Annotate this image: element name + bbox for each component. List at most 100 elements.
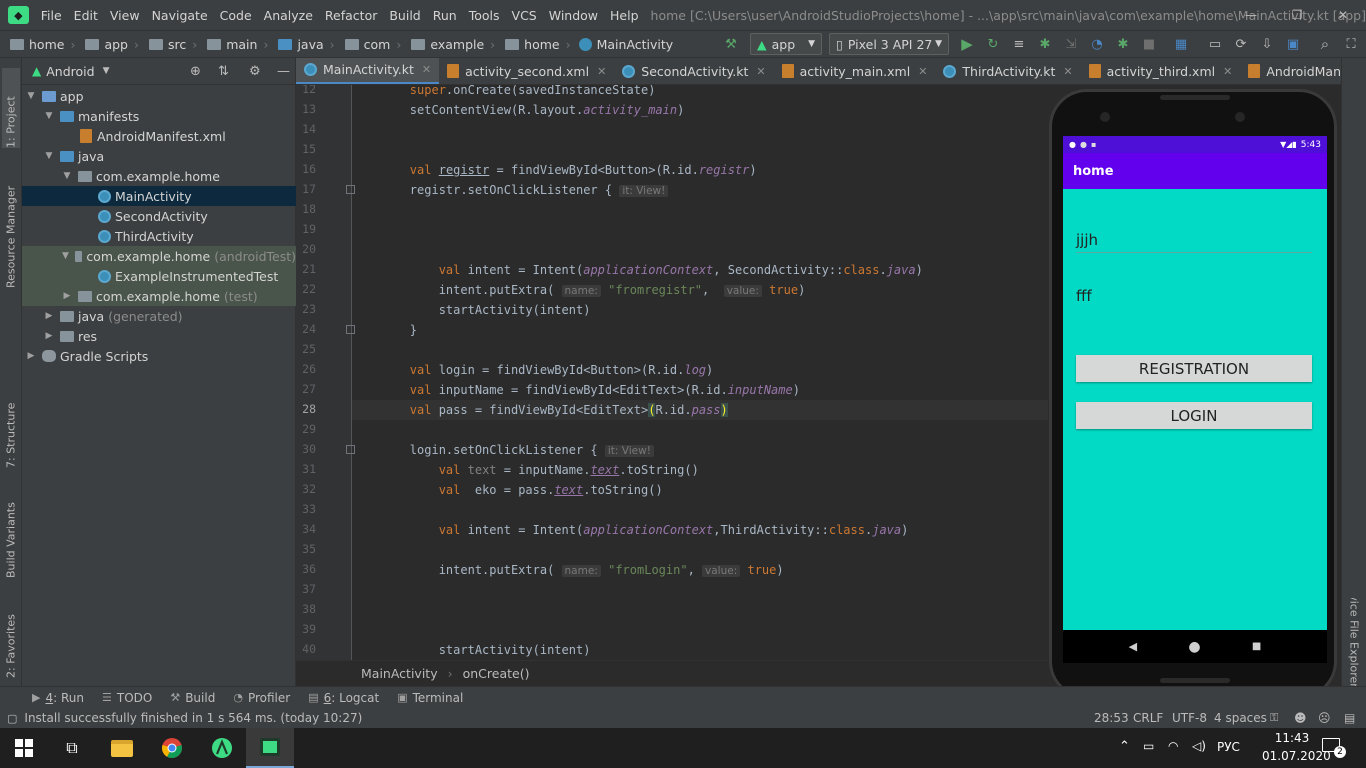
password-field[interactable]: fff [1076, 287, 1312, 309]
menu-run[interactable]: Run [427, 8, 463, 23]
tree-item-package-androidtest[interactable]: ▼ com.example.home (androidTest) [22, 246, 296, 266]
windows-start-icon[interactable] [0, 728, 48, 768]
line-separator[interactable]: CRLF [1133, 711, 1163, 725]
code-line-23[interactable]: startActivity(intent) [352, 300, 1048, 320]
code-line-27[interactable]: val inputName = findViewById<EditText>(R… [352, 380, 1048, 400]
apply-code-changes-icon[interactable]: ≡ [1010, 34, 1028, 54]
code-editor[interactable]: 12 13 14 15 16 17 18 19 20 21 22 23 24 25 26 27 28 29 30 31… [296, 85, 1048, 660]
search-icon[interactable]: ⌕ [1316, 34, 1334, 54]
back-icon[interactable]: ◀ [1129, 640, 1137, 653]
tab-device-file-explorer[interactable]: Device File Explorer [1342, 598, 1366, 688]
status-message[interactable]: Install successfully finished in 1 s 564… [24, 711, 362, 725]
tree-item-app[interactable]: ▼ app [22, 86, 296, 106]
recents-icon[interactable]: ■ [1252, 641, 1261, 652]
clock-time[interactable]: 11:43 [1262, 731, 1322, 745]
tab-activity-third-xml[interactable]: activity_third.xml ✕ [1081, 58, 1241, 84]
toggle-tool-windows-icon[interactable]: ▢ [7, 712, 17, 725]
tree-item-exampleinstrumentedtest[interactable]: ExampleInstrumentedTest [22, 266, 296, 286]
caret-position[interactable]: 28:53 [1094, 711, 1129, 725]
project-structure-icon[interactable]: ▦ [1172, 34, 1190, 54]
code-line-36[interactable]: intent.putExtra( name: "fromLogin", valu… [352, 560, 1048, 580]
breadcrumb-app[interactable]: app › [75, 37, 139, 52]
login-button[interactable]: LOGIN [1076, 402, 1312, 429]
menu-build[interactable]: Build [383, 8, 426, 23]
menu-code[interactable]: Code [214, 8, 258, 23]
menu-view[interactable]: View [104, 8, 146, 23]
tab-build[interactable]: ⚒ Build [170, 691, 215, 705]
tab-secondactivity-kt[interactable]: SecondActivity.kt ✕ [614, 58, 773, 84]
breadcrumb-mainactivity[interactable]: MainActivity [571, 37, 673, 52]
menu-edit[interactable]: Edit [68, 8, 104, 23]
tree-item-gradle-scripts[interactable]: ▶ Gradle Scripts [22, 346, 296, 366]
menu-window[interactable]: Window [543, 8, 604, 23]
fold-marker-icon[interactable] [346, 325, 355, 334]
menu-help[interactable]: Help [604, 8, 645, 23]
input-name-field[interactable]: jjjh [1076, 231, 1312, 253]
tab-favorites[interactable]: 2: Favorites [2, 598, 20, 678]
code-line-17[interactable]: registr.setOnClickListener { it: View! [352, 180, 1048, 200]
close-icon[interactable]: ✕ [756, 65, 765, 78]
close-icon[interactable]: ✕ [1223, 65, 1232, 78]
menu-analyze[interactable]: Analyze [258, 8, 319, 23]
tree-item-java[interactable]: ▼ java [22, 146, 296, 166]
close-icon[interactable]: ✕ [597, 65, 606, 78]
fullscreen-icon[interactable]: ⛶ [1342, 34, 1360, 54]
chrome-icon[interactable] [148, 728, 196, 768]
gear-icon[interactable]: ⚙ [249, 64, 261, 79]
code-line-16[interactable]: val registr = findViewById<Button>(R.id.… [352, 160, 1048, 180]
tree-item-secondactivity[interactable]: SecondActivity [22, 206, 296, 226]
task-view-icon[interactable]: ⧉ [48, 728, 96, 768]
code-line-13[interactable]: setContentView(R.layout.activity_main) [352, 100, 1048, 120]
tree-item-java-generated[interactable]: ▶ java (generated) [22, 306, 296, 326]
tab-resource-manager[interactable]: Resource Manager [2, 158, 20, 288]
tab-mainactivity-kt[interactable]: MainActivity.kt ✕ [296, 58, 440, 84]
file-explorer-icon[interactable] [98, 728, 146, 768]
menu-file[interactable]: File [35, 8, 68, 23]
tab-logcat[interactable]: ▤ 6: Logcat [308, 691, 379, 705]
code-line-30[interactable]: login.setOnClickListener { it: View! [352, 440, 1048, 460]
hide-panel-icon[interactable]: — [277, 64, 290, 79]
tab-terminal[interactable]: ▣ Terminal [397, 691, 463, 705]
chevron-right-icon[interactable]: ▶ [26, 351, 36, 361]
event-log-icon[interactable]: ▤ [1344, 711, 1355, 725]
tab-activity-main-xml[interactable]: activity_main.xml ✕ [774, 58, 936, 84]
chevron-right-icon[interactable]: ▶ [62, 291, 72, 301]
code-line-12[interactable]: super.onCreate(savedInstanceState) [352, 85, 1048, 100]
sdk-manager-icon[interactable]: ⇩ [1258, 34, 1276, 54]
sync-gradle-icon[interactable]: ⟳ [1232, 34, 1250, 54]
avd-manager-icon[interactable]: ▭ [1206, 34, 1224, 54]
tab-project[interactable]: 1: Project [2, 68, 20, 148]
attach-debugger-icon[interactable]: ⇲ [1062, 34, 1080, 54]
tab-build-variants[interactable]: Build Variants [2, 488, 20, 578]
code-line-26[interactable]: val login = findViewById<Button>(R.id.lo… [352, 360, 1048, 380]
ide-settings-icon[interactable]: ▣ [1284, 34, 1302, 54]
menu-tools[interactable]: Tools [463, 8, 506, 23]
attach-process-icon[interactable]: ✱ [1114, 34, 1132, 54]
android-studio-taskbar-icon[interactable] [198, 728, 246, 768]
tab-structure[interactable]: 7: Structure [2, 388, 20, 468]
collapse-all-icon[interactable]: ⇅ [218, 64, 229, 79]
tab-androidmanifest-xml[interactable]: AndroidManifest.xml✕ [1240, 58, 1341, 84]
close-icon[interactable]: ✕ [1063, 65, 1072, 78]
chevron-down-icon[interactable]: ▼ [103, 66, 110, 76]
fold-marker-icon[interactable] [346, 445, 355, 454]
code-line-28-current[interactable]: val pass = findViewById<EditText>(R.id.p… [352, 400, 1048, 420]
breadcrumb-com[interactable]: com › [335, 37, 401, 52]
breadcrumb-java[interactable]: java › [268, 37, 335, 52]
locate-target-icon[interactable]: ⊕ [190, 64, 201, 79]
home-icon[interactable]: ● [1188, 639, 1200, 655]
clock-date[interactable]: 01.07.2020 [1262, 749, 1331, 763]
wifi-icon[interactable]: ◠ [1168, 739, 1178, 753]
input-language[interactable]: РУС [1217, 740, 1240, 754]
chevron-down-icon[interactable]: ▼ [62, 171, 72, 181]
hammer-icon[interactable]: ⚒ [722, 34, 740, 54]
registration-button[interactable]: REGISTRATION [1076, 355, 1312, 382]
breadcrumb-main[interactable]: main › [197, 37, 268, 52]
profile-icon[interactable]: ◔ [1088, 34, 1106, 54]
chevron-down-icon[interactable]: ▼ [62, 251, 69, 261]
battery-icon[interactable]: ▭ [1143, 739, 1154, 753]
restore-window-button[interactable]: ❐ [1274, 0, 1320, 30]
chevron-right-icon[interactable]: ▶ [44, 311, 54, 321]
tree-item-androidmanifest[interactable]: AndroidManifest.xml [22, 126, 296, 146]
tree-item-res[interactable]: ▶ res [22, 326, 296, 346]
